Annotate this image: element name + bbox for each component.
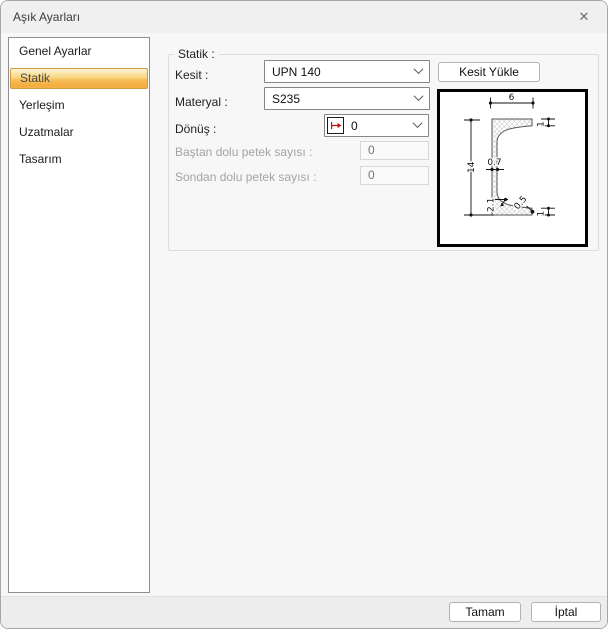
donus-combobox[interactable]: 0 (324, 114, 429, 137)
dim-flange-width: 6 (509, 93, 515, 103)
bastan-petek-field: 0 (360, 141, 429, 160)
dim-height: 14 (467, 161, 477, 173)
chevron-down-icon (414, 64, 424, 74)
kesit-label: Kesit : (175, 67, 208, 83)
dim-flange-bottom: 1 (537, 211, 547, 217)
settings-nav-sidebar: Genel Ayarlar Statik Yerleşim Uzatmalar … (8, 37, 150, 593)
materyal-combobox[interactable]: S235 (264, 87, 430, 110)
sondan-petek-label: Sondan dolu petek sayısı : (175, 169, 316, 185)
dim-flange-top: 1 (537, 121, 547, 127)
materyal-label: Materyal : (175, 94, 228, 110)
chevron-down-icon (414, 91, 424, 101)
chevron-down-icon (413, 118, 423, 128)
dialog-title: Aşık Ayarları (13, 1, 80, 33)
upn-section-drawing: 6 14 0.7 2.1 0.5 (437, 89, 588, 247)
cancel-button[interactable]: İptal (531, 602, 601, 622)
sidebar-item-genel-ayarlar[interactable]: Genel Ayarlar (9, 38, 149, 65)
section-preview: 6 14 0.7 2.1 0.5 (437, 89, 588, 247)
ok-button[interactable]: Tamam (449, 602, 521, 622)
groupbox-title: Statik : (174, 47, 219, 61)
sidebar-item-uzatmalar[interactable]: Uzatmalar (9, 119, 149, 146)
bastan-petek-label: Baştan dolu petek sayısı : (175, 144, 312, 160)
donus-label: Dönüş : (175, 121, 216, 137)
footer-bar: Tamam İptal (1, 596, 607, 628)
statik-groupbox: Statik : Kesit : UPN 140 Kesit Yükle Mat… (168, 54, 599, 251)
sidebar-item-statik[interactable]: Statik (10, 68, 148, 89)
dim-corner: 2.1 (487, 198, 497, 212)
sidebar-item-yerlesim[interactable]: Yerleşim (9, 92, 149, 119)
kesit-yukle-button[interactable]: Kesit Yükle (438, 62, 540, 82)
close-icon[interactable]: ✕ (573, 7, 595, 27)
materyal-value: S235 (272, 92, 415, 106)
donus-value: 0 (351, 119, 414, 133)
kesit-value: UPN 140 (272, 65, 415, 79)
titlebar: Aşık Ayarları ✕ (1, 1, 607, 33)
dim-web-thickness: 0.7 (487, 158, 501, 168)
sondan-petek-field: 0 (360, 166, 429, 185)
kesit-combobox[interactable]: UPN 140 (264, 60, 430, 83)
sidebar-item-tasarim[interactable]: Tasarım (9, 146, 149, 173)
rotation-arrow-icon (327, 117, 344, 134)
purlin-settings-dialog: Aşık Ayarları ✕ Genel Ayarlar Statik Yer… (0, 0, 608, 629)
